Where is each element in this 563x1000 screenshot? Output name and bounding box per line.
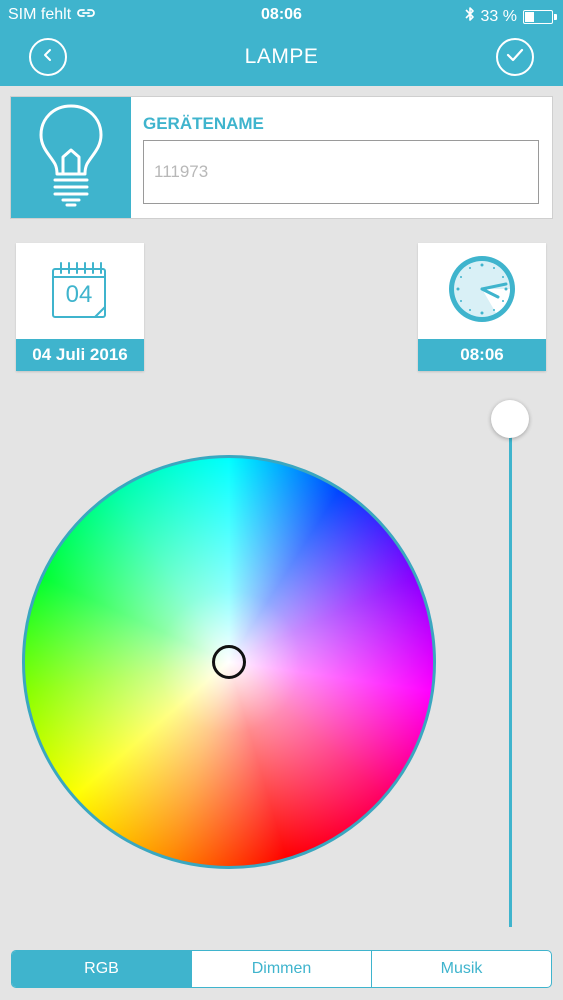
battery-percent: 33 % xyxy=(480,7,517,25)
brightness-slider-thumb[interactable] xyxy=(491,400,529,438)
top-bar: SIM fehlt 08:06 33 % LAMPE xyxy=(0,0,563,86)
date-picker-tile[interactable]: 04 04 Juli 2016 xyxy=(16,243,144,371)
check-icon xyxy=(506,48,524,67)
color-picker-cursor[interactable] xyxy=(212,645,246,679)
time-picker-tile[interactable]: 08:06 xyxy=(418,243,546,371)
tab-rgb[interactable]: RGB xyxy=(12,951,192,987)
battery-icon xyxy=(523,9,557,24)
device-icon-box xyxy=(11,97,131,218)
tab-dimmen[interactable]: Dimmen xyxy=(192,951,372,987)
bluetooth-icon xyxy=(464,6,475,27)
device-name-input[interactable] xyxy=(143,140,539,204)
mode-tabs: RGB Dimmen Musik xyxy=(11,950,552,988)
brightness-slider-track[interactable] xyxy=(509,420,512,927)
clock-icon xyxy=(446,253,518,330)
page-title: LAMPE xyxy=(244,45,319,68)
device-card: GERÄTENAME xyxy=(11,97,552,218)
date-label: 04 Juli 2016 xyxy=(16,339,144,371)
calendar-day: 04 xyxy=(65,281,93,308)
calendar-icon: 04 xyxy=(49,259,111,323)
status-bar: SIM fehlt 08:06 33 % xyxy=(0,0,563,30)
tab-musik[interactable]: Musik xyxy=(372,951,551,987)
time-label: 08:06 xyxy=(418,339,546,371)
device-name-label: GERÄTENAME xyxy=(143,114,264,133)
lightbulb-icon xyxy=(36,102,106,213)
confirm-button[interactable] xyxy=(496,38,534,76)
color-wheel[interactable] xyxy=(22,455,436,869)
